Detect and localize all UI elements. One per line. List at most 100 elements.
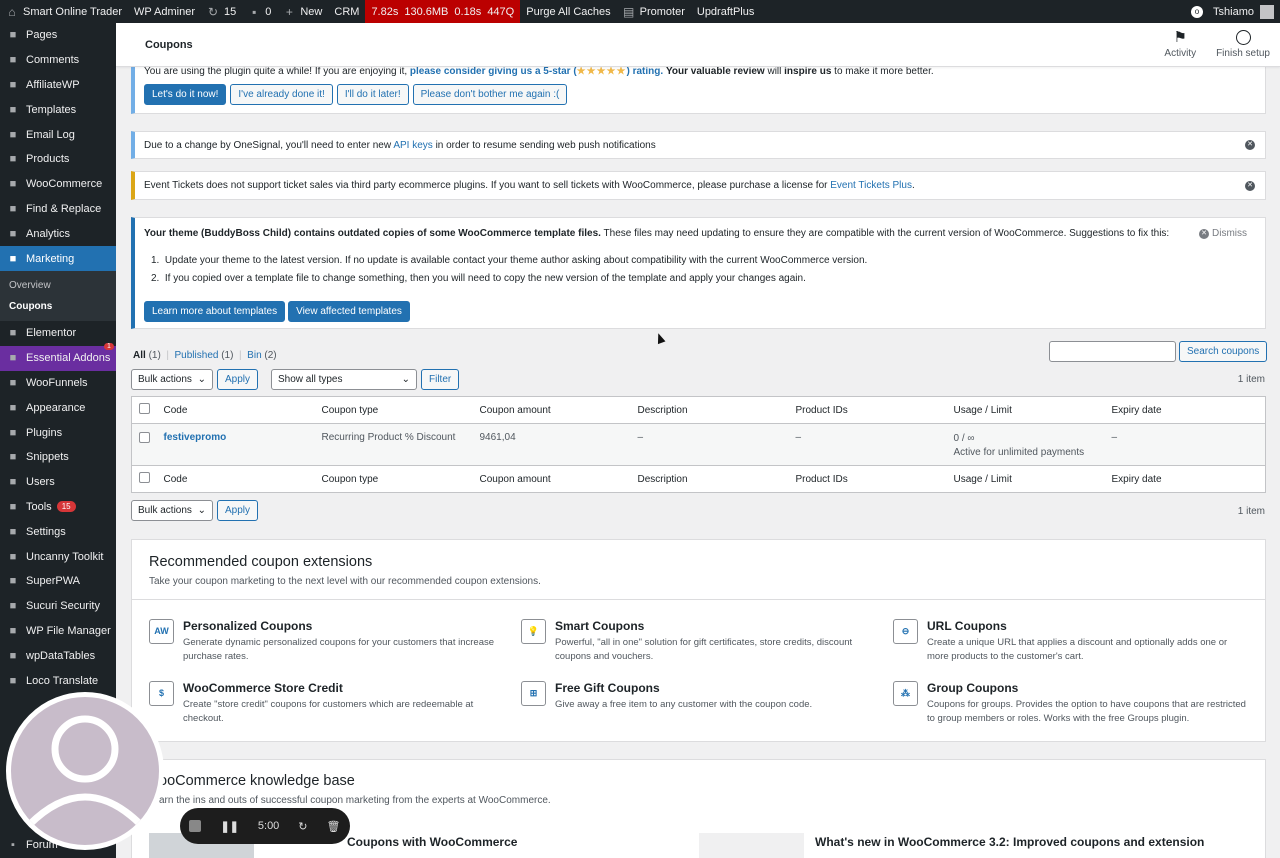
- filter-published[interactable]: Published: [175, 350, 219, 361]
- purge-caches-link[interactable]: Purge All Caches: [520, 0, 616, 23]
- column-footer[interactable]: Description: [631, 466, 789, 493]
- updates-link[interactable]: ↻ 15: [201, 0, 242, 23]
- extension-card[interactable]: ⊖ URL Coupons Create a unique URL that app…: [893, 619, 1243, 669]
- sidebar-item-products[interactable]: ■ Products: [0, 147, 116, 172]
- bulk-actions-select[interactable]: Bulk actions ⌄: [131, 369, 213, 390]
- sidebar-item-pages[interactable]: ■ Pages: [0, 23, 116, 48]
- promoter-icon: ▤: [622, 4, 635, 19]
- sidebar-item-marketing[interactable]: ■ Marketing: [0, 246, 116, 271]
- api-keys-link[interactable]: API keys: [393, 140, 432, 151]
- sidebar-item-snippets[interactable]: ■ Snippets: [0, 445, 116, 470]
- sidebar-item-plugins[interactable]: ■ Plugins: [0, 420, 116, 445]
- comments-link[interactable]: ▪ 0: [242, 0, 277, 23]
- sidebar-item-overview[interactable]: Overview: [0, 275, 116, 296]
- new-content-link[interactable]: + New: [277, 0, 328, 23]
- query-monitor[interactable]: 7.82s 130.6MB 0.18s 447Q: [365, 0, 521, 23]
- site-name-link[interactable]: ⌂ Smart Online Trader: [0, 0, 128, 23]
- select-all-checkbox[interactable]: [139, 403, 150, 414]
- sidebar-item-wp-file-manager[interactable]: ■ WP File Manager: [0, 619, 116, 644]
- sidebar-item-woocommerce[interactable]: ■ WooCommerce: [0, 172, 116, 197]
- extension-card[interactable]: 💡 Smart Coupons Powerful, "all in one" sol…: [521, 619, 871, 669]
- sidebar-item-find-replace[interactable]: ■ Find & Replace: [0, 197, 116, 222]
- sidebar-item-elementor[interactable]: ■ Elementor: [0, 321, 116, 346]
- review-link[interactable]: please consider giving us a 5-star (★★★★…: [410, 66, 663, 77]
- view-templates-button[interactable]: View affected templates: [288, 301, 410, 322]
- review-done-button[interactable]: I've already done it!: [230, 84, 333, 105]
- close-icon[interactable]: ✕: [1245, 140, 1255, 150]
- stop-icon[interactable]: [189, 820, 202, 832]
- extension-card[interactable]: AW Personalized Coupons Generate dynamic p…: [149, 619, 499, 669]
- column-header[interactable]: Code: [157, 397, 315, 424]
- coupon-type-select[interactable]: Show all types ⌄: [271, 369, 417, 390]
- column-header[interactable]: Coupon type: [315, 397, 473, 424]
- extension-card[interactable]: $ WooCommerce Store Credit Create "store c…: [149, 681, 499, 731]
- apply-button[interactable]: Apply: [217, 369, 259, 390]
- close-icon[interactable]: ✕: [1245, 180, 1255, 191]
- sidebar-item-superpwa[interactable]: ■ SuperPWA: [0, 569, 116, 594]
- my-account[interactable]: Tshiamo: [1207, 0, 1280, 23]
- sidebar-item-users[interactable]: ■ Users: [0, 470, 116, 495]
- sidebar-item-wpdatatables[interactable]: ■ wpDataTables: [0, 643, 116, 668]
- sidebar-item-loco-translate[interactable]: ■ Loco Translate: [0, 668, 116, 693]
- sidebar-item-tools[interactable]: ■ Tools 15: [0, 495, 116, 520]
- row-checkbox[interactable]: [139, 432, 150, 443]
- sidebar-item-analytics[interactable]: ■ Analytics: [0, 221, 116, 246]
- column-footer[interactable]: Coupon amount: [473, 466, 631, 493]
- pause-icon[interactable]: ❚❚: [220, 820, 238, 833]
- column-footer[interactable]: Coupon type: [315, 466, 473, 493]
- filter-all[interactable]: All: [133, 350, 146, 361]
- filter-button[interactable]: Filter: [421, 369, 460, 390]
- finish-setup-button[interactable]: Finish setup: [1216, 30, 1270, 59]
- page-title: Coupons: [145, 38, 193, 51]
- sidebar-item-settings[interactable]: ■ Settings: [0, 519, 116, 544]
- bulk-actions-select-bottom[interactable]: Bulk actions ⌄: [131, 500, 213, 521]
- review-never-button[interactable]: Please don't bother me again :(: [412, 84, 568, 105]
- sidebar-item-essential-addons[interactable]: ■ Essential Addons 1: [0, 342, 116, 371]
- review-now-button[interactable]: Let's do it now!: [144, 84, 227, 105]
- sidebar-item-affiliatewp[interactable]: ■ AffiliateWP: [0, 73, 116, 98]
- sidebar-item-sucuri-security[interactable]: ■ Sucuri Security: [0, 594, 116, 619]
- sidebar-item-comments[interactable]: ■ Comments: [0, 48, 116, 73]
- trash-icon[interactable]: 🗑: [327, 820, 341, 833]
- activity-button[interactable]: ⚑ Activity: [1164, 30, 1196, 60]
- review-later-button[interactable]: I'll do it later!: [336, 84, 409, 105]
- column-header[interactable]: Usage / Limit: [947, 397, 1105, 424]
- promoter-link[interactable]: ▤ Promoter: [617, 0, 691, 23]
- extension-card[interactable]: ⊞ Free Gift Coupons Give away a free item …: [521, 681, 871, 731]
- article-title[interactable]: What's new in WooCommerce 3.2: Improved …: [815, 835, 1204, 849]
- apply-button-bottom[interactable]: Apply: [217, 500, 259, 521]
- sidebar-item-uncanny-toolkit[interactable]: ■ Uncanny Toolkit: [0, 544, 116, 569]
- column-header[interactable]: Coupon amount: [473, 397, 631, 424]
- sidebar-item-templates[interactable]: ■ Templates: [0, 97, 116, 122]
- coupon-code-link[interactable]: festivepromo: [164, 432, 227, 443]
- crm-link[interactable]: CRM: [328, 0, 365, 23]
- dismiss-link[interactable]: ✕ Dismiss: [1199, 228, 1247, 239]
- learn-templates-button[interactable]: Learn more about templates: [144, 301, 286, 322]
- article-title[interactable]: Coupons with WooCommerce: [347, 835, 517, 849]
- sidebar-item-appearance[interactable]: ■ Appearance: [0, 395, 116, 420]
- column-footer[interactable]: Expiry date: [1105, 466, 1266, 493]
- column-header[interactable]: Expiry date: [1105, 397, 1266, 424]
- filter-bin[interactable]: Bin: [247, 350, 261, 361]
- sidebar-item-woofunnels[interactable]: ■ WooFunnels: [0, 371, 116, 396]
- update-count-badge: 15: [56, 501, 76, 513]
- event-tickets-plus-link[interactable]: Event Tickets Plus: [830, 180, 912, 191]
- sidebar-item-email-log[interactable]: ■ Email Log: [0, 122, 116, 147]
- updraftplus-link[interactable]: UpdraftPlus: [691, 0, 760, 23]
- column-footer[interactable]: Product IDs: [789, 466, 947, 493]
- column-header[interactable]: Product IDs: [789, 397, 947, 424]
- column-footer[interactable]: Code: [157, 466, 315, 493]
- article-thumbnail[interactable]: [699, 833, 804, 858]
- page-header: Coupons ⚑ Activity Finish setup: [116, 23, 1280, 67]
- recording-timer: 5:00: [257, 820, 280, 832]
- search-coupons-button[interactable]: Search coupons: [1179, 341, 1268, 362]
- restart-icon[interactable]: ↻: [298, 820, 307, 833]
- select-all-checkbox[interactable]: [139, 472, 150, 483]
- extension-card[interactable]: ⁂ Group Coupons Coupons for groups. Provid…: [893, 681, 1246, 731]
- column-footer[interactable]: Usage / Limit: [947, 466, 1105, 493]
- column-header[interactable]: Description: [631, 397, 789, 424]
- search-input[interactable]: [1049, 341, 1176, 362]
- sidebar-item-coupons[interactable]: Coupons: [0, 296, 116, 317]
- notification-icon[interactable]: o: [1187, 0, 1207, 23]
- wp-adminer-link[interactable]: WP Adminer: [128, 0, 201, 23]
